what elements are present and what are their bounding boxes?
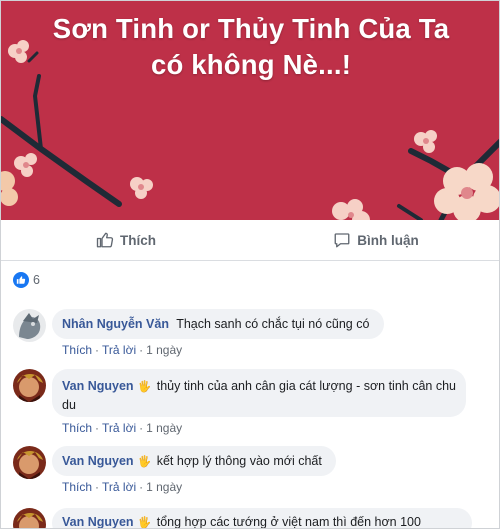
reaction-count: 6 bbox=[33, 273, 40, 287]
separator-dot: · bbox=[139, 480, 144, 494]
comment-timestamp[interactable]: 1 ngày bbox=[146, 480, 182, 494]
separator-dot: · bbox=[95, 421, 100, 435]
avatar[interactable] bbox=[13, 369, 46, 402]
banner-title-line-1: Sơn Tinh or Thủy Tinh Của Ta bbox=[52, 13, 450, 44]
facebook-post: Sơn Tinh or Thủy Tinh Của Ta có không Nè… bbox=[0, 0, 500, 529]
comment-meta: Thích · Trả lời · 1 ngày bbox=[62, 421, 182, 435]
separator-dot: · bbox=[95, 480, 100, 494]
avatar[interactable] bbox=[13, 508, 46, 528]
post-banner-image[interactable]: Sơn Tinh or Thủy Tinh Của Ta có không Nè… bbox=[1, 1, 499, 220]
comment-text: Thạch sanh có chắc tụi nó cũng có bbox=[176, 317, 370, 331]
comment-reply-link[interactable]: Trả lời bbox=[102, 480, 136, 494]
wave-hand-icon: 🖐 bbox=[137, 456, 152, 468]
like-button[interactable]: Thích bbox=[1, 220, 251, 260]
comment-timestamp[interactable]: 1 ngày bbox=[146, 343, 182, 357]
comment-text: kết hợp lý thông vào mới chất bbox=[156, 454, 322, 468]
comment-bubble: Van Nguyen 🖐 kết hợp lý thông vào mới chấ… bbox=[52, 446, 336, 476]
comment-bubble: Van Nguyen 🖐 tổng hợp các tướng ở việt na… bbox=[52, 508, 472, 529]
thumbs-up-icon bbox=[96, 232, 114, 248]
reactions-summary[interactable]: 6 bbox=[13, 270, 40, 290]
comment-author[interactable]: Nhân Nguyễn Văn bbox=[62, 317, 169, 331]
comment-bubble: Van Nguyen 🖐 thủy tinh của anh cân gia cá… bbox=[52, 369, 466, 417]
separator-dot: · bbox=[139, 421, 144, 435]
comment-button-label: Bình luận bbox=[357, 232, 419, 248]
avatar[interactable] bbox=[13, 309, 46, 342]
comment-meta: Thích · Trả lời · 1 ngày bbox=[62, 343, 182, 357]
banner-title-line-2: có không Nè...! bbox=[150, 49, 352, 80]
avatar[interactable] bbox=[13, 446, 46, 479]
wave-hand-icon: 🖐 bbox=[137, 381, 152, 393]
comment-author[interactable]: Van Nguyen bbox=[62, 454, 134, 468]
separator-dot: · bbox=[139, 343, 144, 357]
like-button-label: Thích bbox=[120, 232, 156, 248]
like-reaction-icon bbox=[13, 272, 29, 288]
comment-reply-link[interactable]: Trả lời bbox=[102, 421, 136, 435]
comment-author[interactable]: Van Nguyen bbox=[62, 515, 134, 528]
comment-timestamp[interactable]: 1 ngày bbox=[146, 421, 182, 435]
comment-bubble: Nhân Nguyễn Văn Thạch sanh có chắc tụi n… bbox=[52, 309, 384, 339]
comment-reply-link[interactable]: Trả lời bbox=[102, 343, 136, 357]
comment-like-link[interactable]: Thích bbox=[62, 343, 92, 357]
comment-like-link[interactable]: Thích bbox=[62, 421, 92, 435]
speech-bubble-icon bbox=[334, 233, 350, 248]
comment-like-link[interactable]: Thích bbox=[62, 480, 92, 494]
wave-hand-icon: 🖐 bbox=[137, 517, 152, 529]
separator-dot: · bbox=[95, 343, 100, 357]
comment-button[interactable]: Bình luận bbox=[251, 220, 499, 260]
banner-title: Sơn Tinh or Thủy Tinh Của Ta có không Nè… bbox=[1, 11, 499, 83]
comment-text: tổng hợp các tướng ở việt nam thì đến hơ… bbox=[156, 515, 421, 529]
comment-author[interactable]: Van Nguyen bbox=[62, 379, 134, 393]
comment-meta: Thích · Trả lời · 1 ngày bbox=[62, 480, 182, 494]
post-action-bar: Thích Bình luận bbox=[1, 220, 499, 261]
